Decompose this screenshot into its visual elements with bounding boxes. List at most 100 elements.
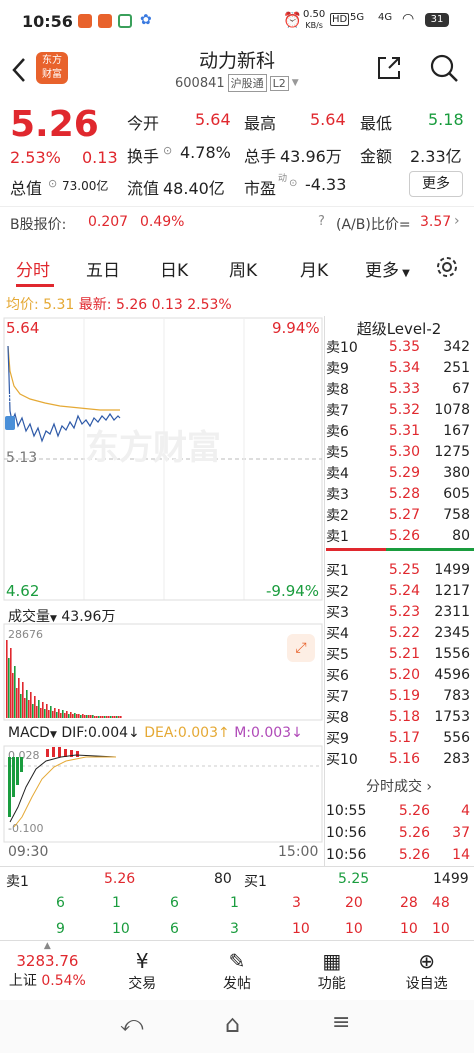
volume-bar (44, 709, 46, 718)
back-nav-icon[interactable]: ⤺ (120, 1012, 144, 1037)
stock-code: 600841 (175, 75, 225, 91)
bid-row[interactable]: 买7 5.19 783 (326, 685, 474, 706)
tab-daily-k[interactable]: 日K (160, 256, 188, 281)
volume-bar (102, 716, 104, 718)
trades-header[interactable]: 分时成交 › (326, 776, 472, 796)
yuan-icon: ¥ (135, 948, 149, 973)
arrow-up-icon: ↑ (218, 725, 230, 741)
bid-row[interactable]: 买8 5.18 1753 (326, 706, 474, 727)
bid-row[interactable]: 买6 5.20 4596 (326, 664, 474, 685)
mcap-label: 总值 (10, 179, 43, 198)
net-speed: 0.50 (303, 9, 326, 20)
volume-bar (78, 714, 80, 718)
tab-intraday[interactable]: 分时 (16, 256, 50, 281)
bottom-nav: ▲ 3283.76 上证 0.54% ¥ 交易 ✎ 发帖 ▦ 功能 ⊕ 设自选 (0, 940, 474, 1000)
ask-row[interactable]: 卖2 5.27 758 (326, 504, 474, 525)
index-ticker[interactable]: ▲ 3283.76 上证 0.54% (0, 941, 95, 1000)
trade-row-price: 5.26 (398, 824, 430, 841)
tab-five-day[interactable]: 五日 (86, 256, 120, 281)
search-icon[interactable] (428, 52, 460, 84)
dif-value: 0.004 (87, 725, 129, 741)
tab-weekly-k[interactable]: 周K (229, 256, 257, 281)
caret-down-icon[interactable]: ▼ (50, 730, 57, 740)
bid-row-volume: 556 (443, 729, 470, 746)
time-start: 09:30 (8, 844, 49, 860)
bid-row-price: 5.16 (388, 750, 420, 767)
queue-cell: 6 (56, 895, 65, 911)
volume-bar (42, 702, 44, 718)
trade-row[interactable]: 10:56 5.26 37 (326, 822, 474, 843)
ask-row[interactable]: 卖5 5.30 1275 (326, 441, 474, 462)
bid-row-label: 买9 (326, 730, 349, 747)
queue-cell: 1 (112, 895, 121, 911)
arrow-down-icon: ↓ (291, 725, 303, 741)
bid-row-price: 5.18 (388, 708, 420, 725)
exchange-tag: 沪股通 (227, 74, 267, 92)
trade-row-price: 5.26 (398, 802, 430, 819)
ask-row-volume: 380 (443, 464, 470, 481)
alarm-icon: ⏰ (283, 11, 302, 29)
trade-row-time: 10:56 (326, 846, 367, 863)
more-button[interactable]: 更多 (409, 171, 463, 197)
high-value: 5.64 (310, 110, 346, 129)
ask-row[interactable]: 卖6 5.31 167 (326, 420, 474, 441)
bid-row[interactable]: 买2 5.24 1217 (326, 580, 474, 601)
ask-row-label: 卖5 (326, 444, 349, 461)
volume-header[interactable]: 成交量▼ 43.96万 (8, 606, 115, 626)
chevron-right-icon[interactable]: › (454, 213, 460, 229)
volume-bar (38, 700, 40, 718)
info-icon-3[interactable]: ⊙ (289, 178, 297, 189)
ask-row-price: 5.34 (388, 359, 420, 376)
info-icon-2[interactable]: ⊙ (48, 177, 57, 190)
nav-functions[interactable]: ▦ 功能 (284, 941, 379, 1000)
ask-row-price: 5.27 (388, 506, 420, 523)
ask-row-price: 5.26 (388, 527, 420, 544)
chart-bottom-price: 4.62 (6, 582, 40, 600)
bid-row[interactable]: 买1 5.25 1499 (326, 559, 474, 580)
ask-row[interactable]: 卖4 5.29 380 (326, 462, 474, 483)
last-label: 最新: (78, 297, 112, 313)
ask-row[interactable]: 卖8 5.33 67 (326, 378, 474, 399)
app-notify-icon-3 (118, 14, 132, 28)
bid-row[interactable]: 买10 5.16 283 (326, 748, 474, 769)
m-label: M: (234, 725, 251, 741)
caret-down-icon[interactable]: ▼ (292, 78, 299, 88)
trade-row[interactable]: 10:56 5.26 14 (326, 844, 474, 865)
divider (0, 206, 474, 207)
nav-post[interactable]: ✎ 发帖 (190, 941, 285, 1000)
level-tag: L2 (269, 75, 289, 91)
bid-row-label: 买3 (326, 604, 349, 621)
home-icon[interactable]: ⌂ (225, 1010, 240, 1038)
volume-bar (100, 716, 102, 718)
volume-bar (68, 714, 70, 718)
bid-row[interactable]: 买5 5.21 1556 (326, 643, 474, 664)
bid-row[interactable]: 买4 5.22 2345 (326, 622, 474, 643)
ask-row[interactable]: 卖9 5.34 251 (326, 357, 474, 378)
tab-more[interactable]: 更多 ▼ (365, 256, 410, 281)
ask-row[interactable]: 卖10 5.35 342 (326, 336, 474, 357)
nav-add-watchlist[interactable]: ⊕ 设自选 (379, 941, 474, 1000)
settings-icon[interactable] (435, 255, 459, 279)
expand-icon[interactable]: ⤢ (287, 634, 315, 662)
ask-row[interactable]: 卖1 5.26 80 (326, 525, 474, 546)
bid-row-volume: 2311 (434, 603, 470, 620)
trade-row[interactable]: 10:55 5.26 4 (326, 800, 474, 821)
ask-row[interactable]: 卖7 5.32 1078 (326, 399, 474, 420)
change-pct: 2.53% (10, 148, 61, 167)
nav-trade[interactable]: ¥ 交易 (95, 941, 190, 1000)
volume-bar (34, 696, 36, 718)
volume-bar (40, 708, 42, 718)
avg-price-row: 均价: 5.31 最新: 5.26 0.13 2.53% (6, 294, 232, 314)
info-icon[interactable]: ⊙ (163, 144, 172, 157)
high-label: 最高 (244, 114, 277, 133)
bid-row[interactable]: 买3 5.23 2311 (326, 601, 474, 622)
volume-bar (98, 716, 100, 718)
volume-bar (64, 713, 66, 718)
ask-row[interactable]: 卖3 5.28 605 (326, 483, 474, 504)
ask-row-label: 卖7 (326, 402, 349, 419)
help-icon[interactable]: ? (318, 214, 325, 229)
tab-monthly-k[interactable]: 月K (300, 256, 328, 281)
share-icon[interactable] (375, 54, 403, 82)
menu-icon[interactable]: ≡ (332, 1010, 350, 1035)
bid-row[interactable]: 买9 5.17 556 (326, 727, 474, 748)
